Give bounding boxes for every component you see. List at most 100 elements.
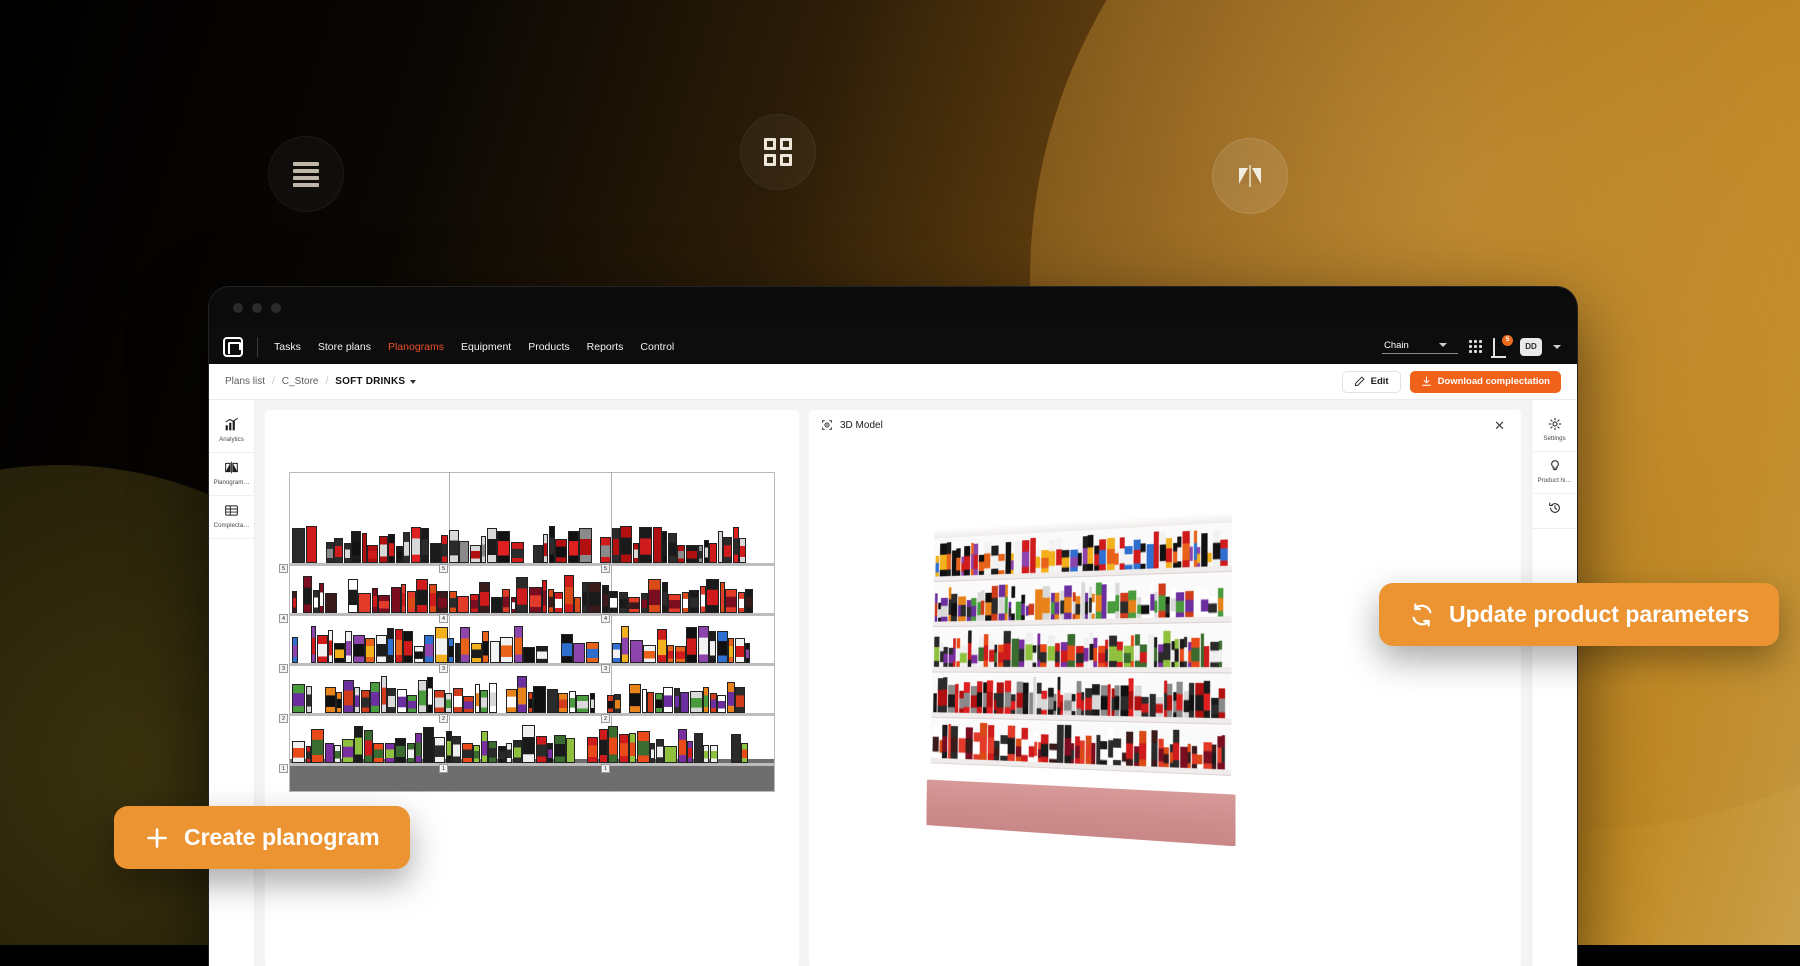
breadcrumb-plans-list[interactable]: Plans list [225, 376, 265, 387]
product-facing[interactable] [593, 529, 600, 563]
page-title-chevron-down-icon[interactable] [410, 380, 416, 384]
product-facing[interactable] [292, 591, 297, 613]
product-facing[interactable] [457, 596, 469, 613]
product-facing[interactable] [576, 695, 589, 713]
product-facing[interactable] [429, 584, 437, 613]
product-facing[interactable] [630, 640, 643, 663]
product-facing[interactable] [576, 738, 587, 763]
product-facing[interactable] [595, 691, 606, 713]
planogram-shelf[interactable] [290, 720, 774, 766]
product-facing[interactable] [614, 694, 621, 713]
product-facing[interactable] [452, 736, 461, 763]
product-facing[interactable] [401, 584, 406, 613]
product-facing[interactable] [453, 688, 463, 713]
product-facing[interactable] [367, 545, 378, 563]
product-facing[interactable] [608, 726, 618, 763]
window-maximize-dot[interactable] [271, 303, 281, 313]
product-facing[interactable] [522, 725, 535, 763]
product-facing[interactable] [728, 638, 734, 663]
product-facing[interactable] [396, 546, 403, 563]
product-facing[interactable] [306, 526, 317, 563]
product-facing[interactable] [642, 689, 647, 713]
product-facing[interactable] [633, 543, 639, 563]
product-facing[interactable] [536, 646, 548, 663]
planogram-shelf[interactable] [290, 620, 774, 666]
download-complectation-button[interactable]: Download complectation [1410, 371, 1561, 393]
product-facing[interactable] [424, 635, 434, 663]
window-close-dot[interactable] [233, 303, 243, 313]
product-facing[interactable] [463, 696, 474, 713]
product-facing[interactable] [723, 537, 732, 563]
product-facing[interactable] [524, 545, 532, 563]
product-facing[interactable] [548, 626, 560, 663]
product-facing[interactable] [523, 647, 535, 663]
product-facing[interactable] [488, 741, 497, 763]
product-facing[interactable] [639, 527, 652, 563]
sidebar-item-settings[interactable]: Settings [1532, 410, 1578, 452]
product-facing[interactable] [620, 526, 632, 563]
menu-bars-icon[interactable] [268, 136, 344, 212]
product-facing[interactable] [656, 739, 664, 763]
product-facing[interactable] [487, 528, 497, 563]
product-facing[interactable] [533, 686, 546, 713]
product-facing[interactable] [387, 688, 396, 713]
product-facing[interactable] [334, 745, 341, 763]
planogram-shelf[interactable] [290, 570, 774, 616]
update-product-parameters-button[interactable]: Update product parameters [1379, 583, 1779, 646]
product-facing[interactable] [558, 693, 568, 713]
product-facing[interactable] [292, 528, 305, 563]
product-facing[interactable] [675, 646, 686, 663]
product-facing[interactable] [579, 528, 592, 563]
product-facing[interactable] [448, 638, 454, 663]
product-facing[interactable] [354, 687, 360, 713]
product-facing[interactable] [731, 734, 741, 763]
product-facing[interactable] [735, 638, 745, 663]
product-facing[interactable] [481, 536, 486, 563]
product-facing[interactable] [704, 540, 709, 563]
product-facing[interactable] [547, 743, 553, 763]
product-facing[interactable] [421, 528, 429, 563]
product-facing[interactable] [470, 545, 481, 563]
product-facing[interactable] [395, 738, 406, 763]
product-facing[interactable] [564, 575, 574, 613]
product-facing[interactable] [698, 545, 703, 563]
product-facing[interactable] [437, 591, 448, 613]
planogram-shelf[interactable] [290, 520, 774, 566]
product-facing[interactable] [351, 531, 361, 563]
product-facing[interactable] [387, 628, 394, 663]
product-facing[interactable] [612, 528, 620, 563]
product-facing[interactable] [698, 626, 709, 663]
product-facing[interactable] [430, 543, 441, 563]
product-facing[interactable] [682, 592, 689, 613]
product-facing[interactable] [706, 579, 719, 613]
product-facing[interactable] [455, 643, 460, 663]
product-facing[interactable] [573, 643, 585, 663]
product-facing[interactable] [528, 692, 533, 713]
nav-item-equipment[interactable]: Equipment [461, 341, 511, 353]
grid-squares-icon[interactable] [740, 114, 816, 190]
product-facing[interactable] [416, 579, 428, 613]
breadcrumb-c-store[interactable]: C_Store [282, 376, 319, 387]
product-facing[interactable] [689, 590, 699, 613]
product-facing[interactable] [292, 637, 298, 663]
product-facing[interactable] [602, 585, 609, 613]
product-facing[interactable] [680, 692, 689, 713]
model-viewport[interactable] [809, 440, 1521, 966]
bell-icon[interactable]: 5 [1493, 339, 1509, 355]
product-facing[interactable] [473, 745, 480, 763]
product-facing[interactable] [569, 691, 576, 713]
product-facing[interactable] [664, 746, 677, 763]
product-facing[interactable] [612, 643, 621, 663]
product-facing[interactable] [622, 689, 629, 713]
product-facing[interactable] [414, 646, 424, 663]
product-facing[interactable] [372, 588, 378, 613]
product-facing[interactable] [344, 543, 351, 563]
product-facing[interactable] [662, 531, 667, 563]
product-facing[interactable] [445, 693, 452, 713]
product-facing[interactable] [621, 626, 629, 663]
product-facing[interactable] [700, 586, 706, 613]
product-facing[interactable] [459, 541, 469, 563]
product-facing[interactable] [555, 539, 567, 563]
product-facing[interactable] [498, 746, 506, 763]
planogram-panel[interactable]: 555444333222111 [265, 410, 799, 966]
